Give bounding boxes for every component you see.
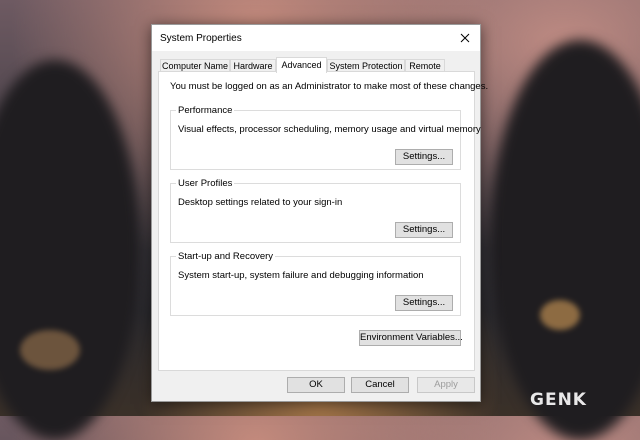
advanced-tab-panel: You must be logged on as an Administrato…	[158, 71, 488, 371]
user-profiles-title: User Profiles	[176, 178, 235, 189]
background-tree	[0, 60, 140, 440]
startup-recovery-title: Start-up and Recovery	[176, 251, 276, 262]
performance-group: Performance Visual effects, processor sc…	[170, 105, 481, 170]
performance-description: Visual effects, processor scheduling, me…	[178, 124, 481, 135]
genk-watermark-logo: GENK	[530, 390, 587, 410]
background-light	[20, 330, 80, 370]
user-profiles-group: User Profiles Desktop settings related t…	[170, 178, 461, 243]
administrator-notice: You must be logged on as an Administrato…	[170, 81, 489, 92]
system-properties-dialog: System Properties Computer Name Hardware…	[151, 24, 488, 402]
startup-recovery-group: Start-up and Recovery System start-up, s…	[170, 251, 461, 316]
performance-title: Performance	[176, 105, 235, 116]
startup-recovery-description: System start-up, system failure and debu…	[178, 270, 424, 281]
cancel-button[interactable]: Cancel	[351, 377, 409, 393]
close-button[interactable]	[450, 25, 480, 51]
tab-advanced[interactable]: Advanced	[276, 57, 327, 73]
background-light	[540, 300, 580, 330]
title-bar: System Properties	[152, 25, 480, 51]
background-tree	[490, 40, 640, 440]
close-icon	[460, 33, 470, 43]
startup-recovery-settings-button[interactable]: Settings...	[395, 295, 453, 311]
apply-button[interactable]: Apply	[417, 377, 475, 393]
ok-button[interactable]: OK	[287, 377, 345, 393]
window-title: System Properties	[160, 33, 242, 44]
tab-bar: Computer Name Hardware Advanced System P…	[158, 57, 475, 73]
user-profiles-settings-button[interactable]: Settings...	[395, 222, 453, 238]
performance-settings-button[interactable]: Settings...	[395, 149, 453, 165]
environment-variables-button[interactable]: Environment Variables...	[359, 330, 463, 346]
user-profiles-description: Desktop settings related to your sign-in	[178, 197, 343, 208]
